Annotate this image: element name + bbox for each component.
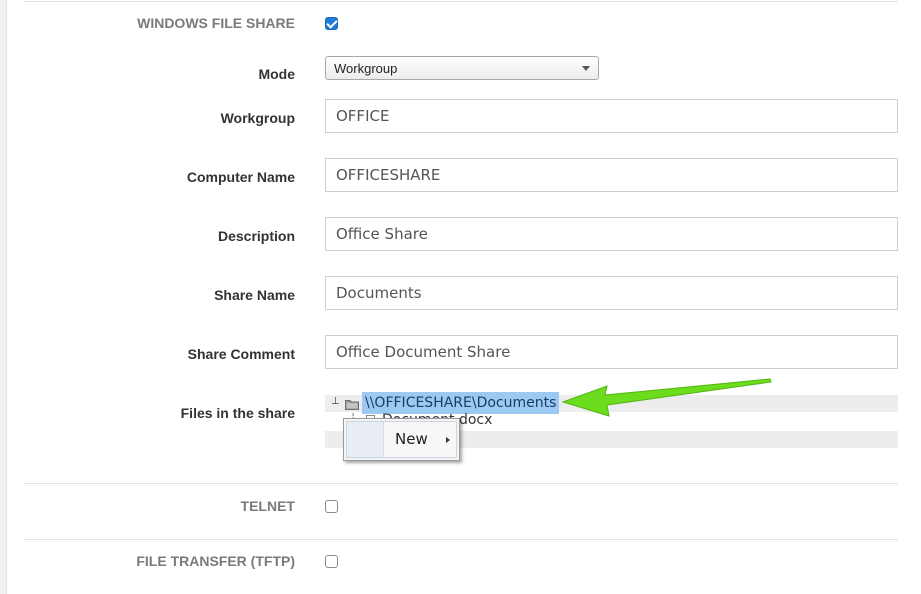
- folder-icon: [345, 400, 359, 410]
- menu-icon-gutter: [347, 422, 384, 457]
- share-comment-label: Share Comment: [187, 346, 295, 362]
- tftp-label: FILE TRANSFER (TFTP): [136, 553, 295, 569]
- computer-name-input[interactable]: OFFICESHARE: [325, 158, 898, 192]
- divider: [24, 483, 898, 484]
- share-name-input[interactable]: Documents: [325, 276, 898, 310]
- tftp-checkbox[interactable]: [325, 555, 338, 568]
- chevron-down-icon: [582, 66, 590, 71]
- context-menu-item-new[interactable]: New: [346, 421, 457, 458]
- tree-expander-icon[interactable]: ⊥: [331, 396, 340, 407]
- share-comment-input[interactable]: Office Document Share: [325, 335, 898, 369]
- chevron-right-icon: [446, 437, 450, 443]
- files-in-share-label: Files in the share: [180, 405, 295, 421]
- mode-select[interactable]: Workgroup: [325, 56, 599, 80]
- context-menu-item-label: New: [395, 430, 428, 448]
- telnet-checkbox[interactable]: [325, 500, 338, 513]
- windows-file-share-checkbox[interactable]: [325, 17, 338, 30]
- description-input[interactable]: Office Share: [325, 217, 898, 251]
- computer-name-label: Computer Name: [186, 169, 295, 185]
- tree-root-node[interactable]: \\OFFICESHARE\Documents: [362, 392, 560, 414]
- divider: [24, 539, 898, 540]
- windows-file-share-label: WINDOWS FILE SHARE: [137, 15, 295, 31]
- workgroup-label: Workgroup: [220, 110, 295, 126]
- context-menu: New: [343, 418, 460, 461]
- mode-select-value: Workgroup: [334, 61, 398, 76]
- telnet-label: TELNET: [240, 498, 295, 514]
- divider-top: [24, 1, 898, 2]
- mode-label: Mode: [258, 66, 295, 82]
- description-label: Description: [217, 228, 295, 244]
- green-arrow-icon: [561, 378, 772, 417]
- share-name-label: Share Name: [214, 287, 295, 303]
- workgroup-input[interactable]: OFFICE: [325, 99, 898, 133]
